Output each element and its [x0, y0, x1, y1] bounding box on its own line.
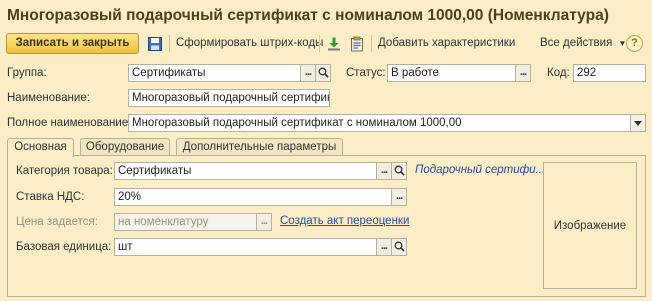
price-label: Цена задается:	[16, 216, 98, 228]
category-select-button[interactable]: ...	[376, 162, 392, 180]
vat-field[interactable]: 20%	[114, 188, 393, 206]
add-characteristics-button[interactable]: Добавить характеристики	[378, 37, 515, 49]
vat-select-button[interactable]: ...	[391, 188, 407, 206]
clipboard-icon[interactable]	[349, 36, 365, 52]
download-icon[interactable]	[326, 36, 342, 52]
tab-equipment[interactable]: Оборудование	[80, 138, 170, 156]
full-name-dropdown-button[interactable]	[630, 114, 646, 132]
tab-additional-parameters[interactable]: Дополнительные параметры	[176, 138, 343, 156]
generate-barcodes-button[interactable]: Сформировать штрих-коды	[176, 37, 323, 49]
category-field[interactable]: Сертификаты	[114, 162, 377, 180]
chevron-down-icon	[634, 120, 642, 126]
category-search-button[interactable]	[391, 162, 407, 180]
vat-label: Ставка НДС:	[16, 191, 85, 203]
search-icon	[394, 165, 405, 176]
save-icon[interactable]	[147, 36, 163, 52]
group-search-button[interactable]	[315, 64, 331, 82]
price-select-button[interactable]: ...	[256, 213, 272, 231]
all-actions-menu[interactable]: Все действия ▼	[540, 37, 626, 49]
code-field[interactable]: 292	[573, 64, 646, 82]
full-name-field[interactable]: Многоразовый подарочный сертификат с ном…	[128, 114, 631, 132]
full-name-label: Полное наименование:	[7, 117, 132, 129]
search-icon	[394, 241, 405, 252]
tab-main[interactable]: Основная	[7, 138, 74, 157]
group-label: Группа:	[7, 67, 47, 79]
image-placeholder[interactable]: Изображение	[543, 162, 637, 289]
help-button[interactable]: ?	[626, 35, 643, 52]
status-field[interactable]: В работе	[387, 64, 516, 82]
unit-select-button[interactable]: ...	[376, 238, 392, 256]
code-label: Код:	[547, 67, 570, 79]
all-actions-label: Все действия	[540, 37, 613, 49]
price-field[interactable]: на номенклатуру	[114, 213, 257, 231]
unit-field[interactable]: шт	[114, 238, 377, 256]
create-revaluation-link[interactable]: Создать акт переоценки	[280, 215, 409, 227]
save-and-close-button[interactable]: Записать и закрыть	[6, 33, 139, 54]
status-label: Статус:	[346, 67, 386, 79]
unit-search-button[interactable]	[391, 238, 407, 256]
unit-label: Базовая единица:	[16, 241, 112, 253]
group-field[interactable]: Сертификаты	[128, 64, 301, 82]
group-select-button[interactable]: ...	[300, 64, 316, 82]
status-select-button[interactable]: ...	[515, 64, 531, 82]
search-icon	[318, 67, 329, 78]
category-label: Категория товара:	[16, 165, 113, 177]
name-label: Наименование:	[7, 92, 90, 104]
name-field[interactable]: Многоразовый подарочный сертификат	[128, 89, 330, 107]
window-title: Многоразовый подарочный сертификат с ном…	[7, 7, 609, 24]
image-label: Изображение	[553, 219, 627, 232]
category-link[interactable]: Подарочный сертифи...	[415, 164, 545, 176]
